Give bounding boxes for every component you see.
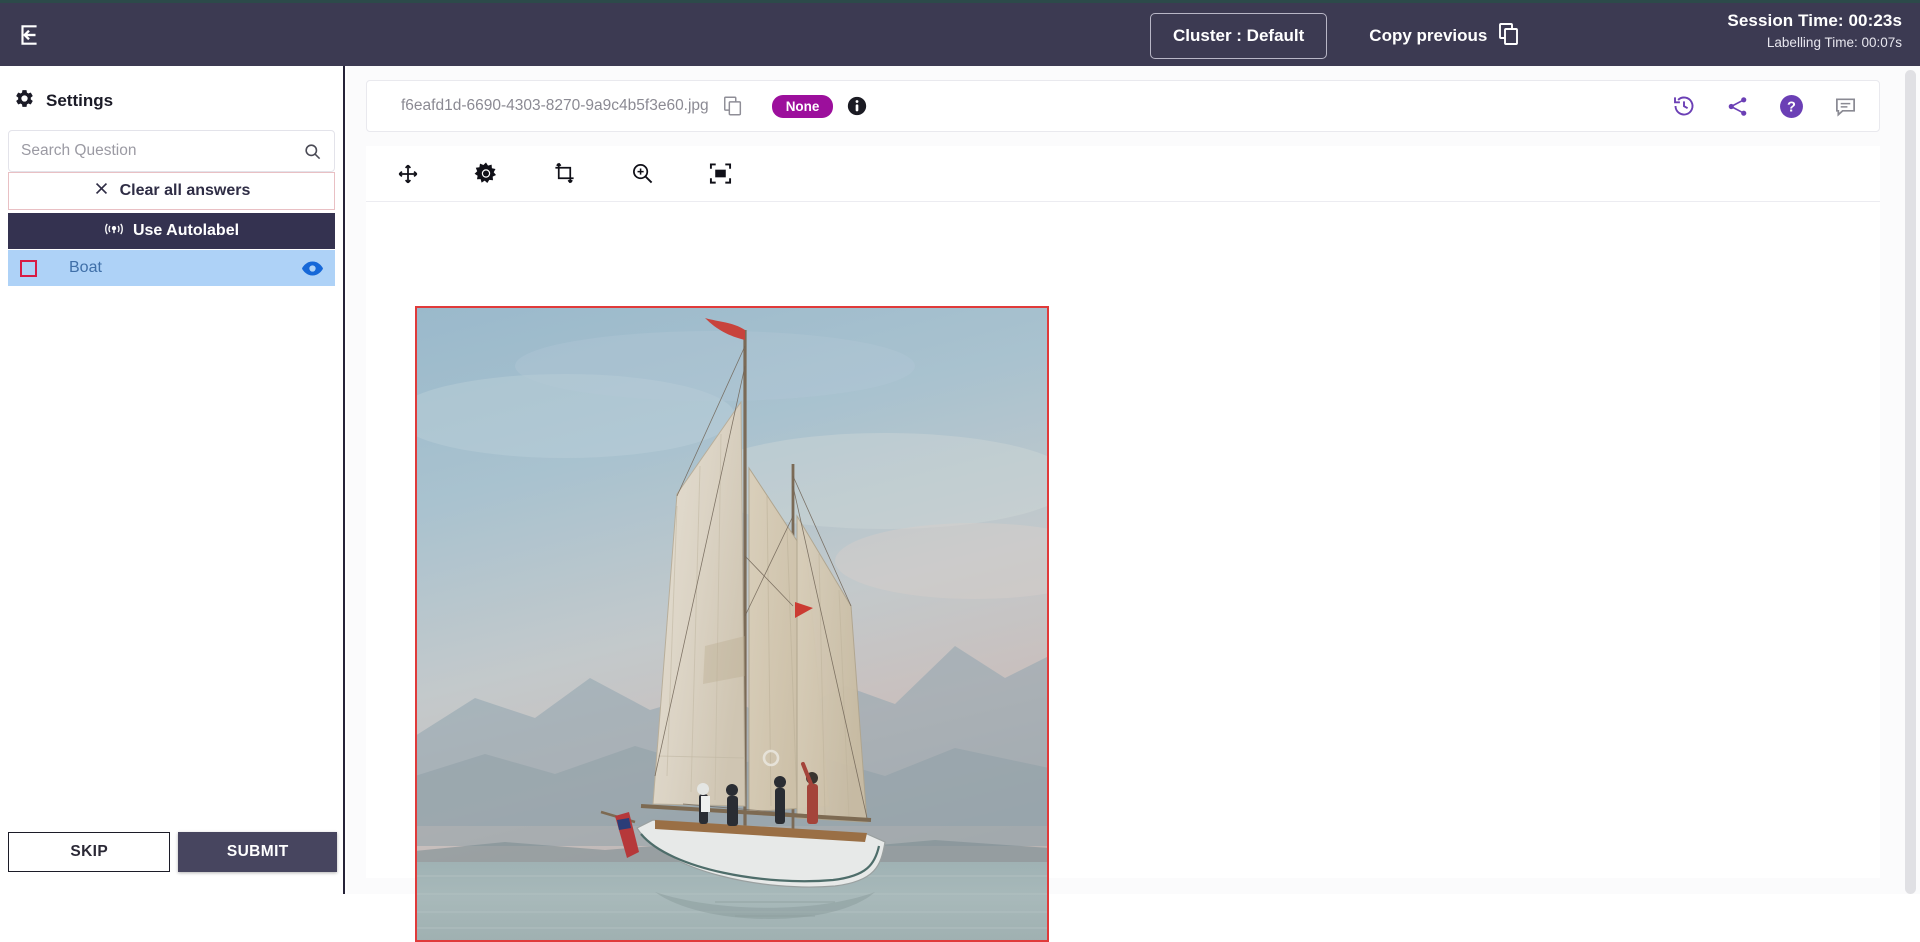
search-input[interactable]	[9, 142, 299, 160]
sidebar-footer-actions: SKIP SUBMIT	[0, 832, 345, 872]
label-color-swatch	[20, 259, 37, 277]
eye-icon[interactable]	[302, 261, 323, 276]
share-icon[interactable]	[1726, 95, 1749, 118]
back-arrow-icon[interactable]	[12, 18, 46, 52]
copy-icon	[1497, 22, 1521, 51]
status-badge[interactable]: None	[771, 94, 834, 118]
file-card-actions: ?	[1672, 94, 1857, 119]
close-x-icon	[93, 180, 110, 202]
brightness-icon[interactable]	[471, 159, 501, 189]
broadcast-icon	[104, 221, 124, 242]
vertical-scrollbar[interactable]	[1905, 70, 1916, 894]
page-title: Settings	[46, 91, 114, 110]
session-timers: Session Time: 00:23s Labelling Time: 00:…	[1727, 11, 1902, 50]
header-center-group: Cluster : Default Copy previous	[1150, 3, 1521, 69]
info-icon[interactable]	[847, 96, 867, 116]
comment-icon[interactable]	[1834, 95, 1857, 118]
search-icon[interactable]	[299, 142, 334, 161]
search-question-field[interactable]	[8, 130, 335, 172]
help-circle-icon[interactable]: ?	[1779, 94, 1804, 119]
copy-previous-label: Copy previous	[1369, 26, 1488, 45]
submit-button[interactable]: SUBMIT	[178, 832, 337, 872]
image-toolbar	[366, 146, 1880, 202]
cluster-button[interactable]: Cluster : Default	[1150, 13, 1328, 59]
use-autolabel-label: Use Autolabel	[132, 222, 240, 239]
svg-text:?: ?	[1787, 99, 1796, 115]
zoom-in-icon[interactable]	[627, 159, 657, 189]
clear-all-answers-label: Clear all answers	[119, 182, 251, 199]
labelling-time: Labelling Time: 00:07s	[1766, 35, 1902, 50]
label-item-label: Boat	[69, 259, 102, 276]
top-header-bar: Cluster : Default Copy previous Session …	[0, 0, 1920, 66]
label-item-boat[interactable]: Boat	[8, 250, 335, 286]
file-name: f6eafd1d-6690-4303-8270-9a9c4b5f3e60.jpg	[401, 97, 709, 114]
copy-icon[interactable]	[722, 95, 744, 117]
settings-header: Settings	[0, 66, 343, 126]
copy-previous-button[interactable]: Copy previous	[1369, 22, 1521, 51]
fit-to-screen-icon[interactable]	[705, 159, 735, 189]
main-content-area: f6eafd1d-6690-4303-8270-9a9c4b5f3e60.jpg…	[347, 66, 1920, 942]
annotation-canvas[interactable]	[366, 202, 1880, 942]
crop-icon[interactable]	[549, 159, 579, 189]
annotated-image[interactable]	[415, 306, 1049, 942]
gear-icon	[14, 88, 35, 114]
session-time: Session Time: 00:23s	[1727, 11, 1902, 30]
settings-sidebar: Settings Clear all answers	[0, 66, 345, 894]
clear-all-answers-button[interactable]: Clear all answers	[8, 172, 335, 210]
move-icon[interactable]	[393, 159, 423, 189]
history-icon[interactable]	[1672, 94, 1696, 118]
use-autolabel-button[interactable]: Use Autolabel	[8, 213, 335, 249]
skip-button[interactable]: SKIP	[8, 832, 171, 872]
file-info-bar: f6eafd1d-6690-4303-8270-9a9c4b5f3e60.jpg…	[366, 80, 1880, 132]
